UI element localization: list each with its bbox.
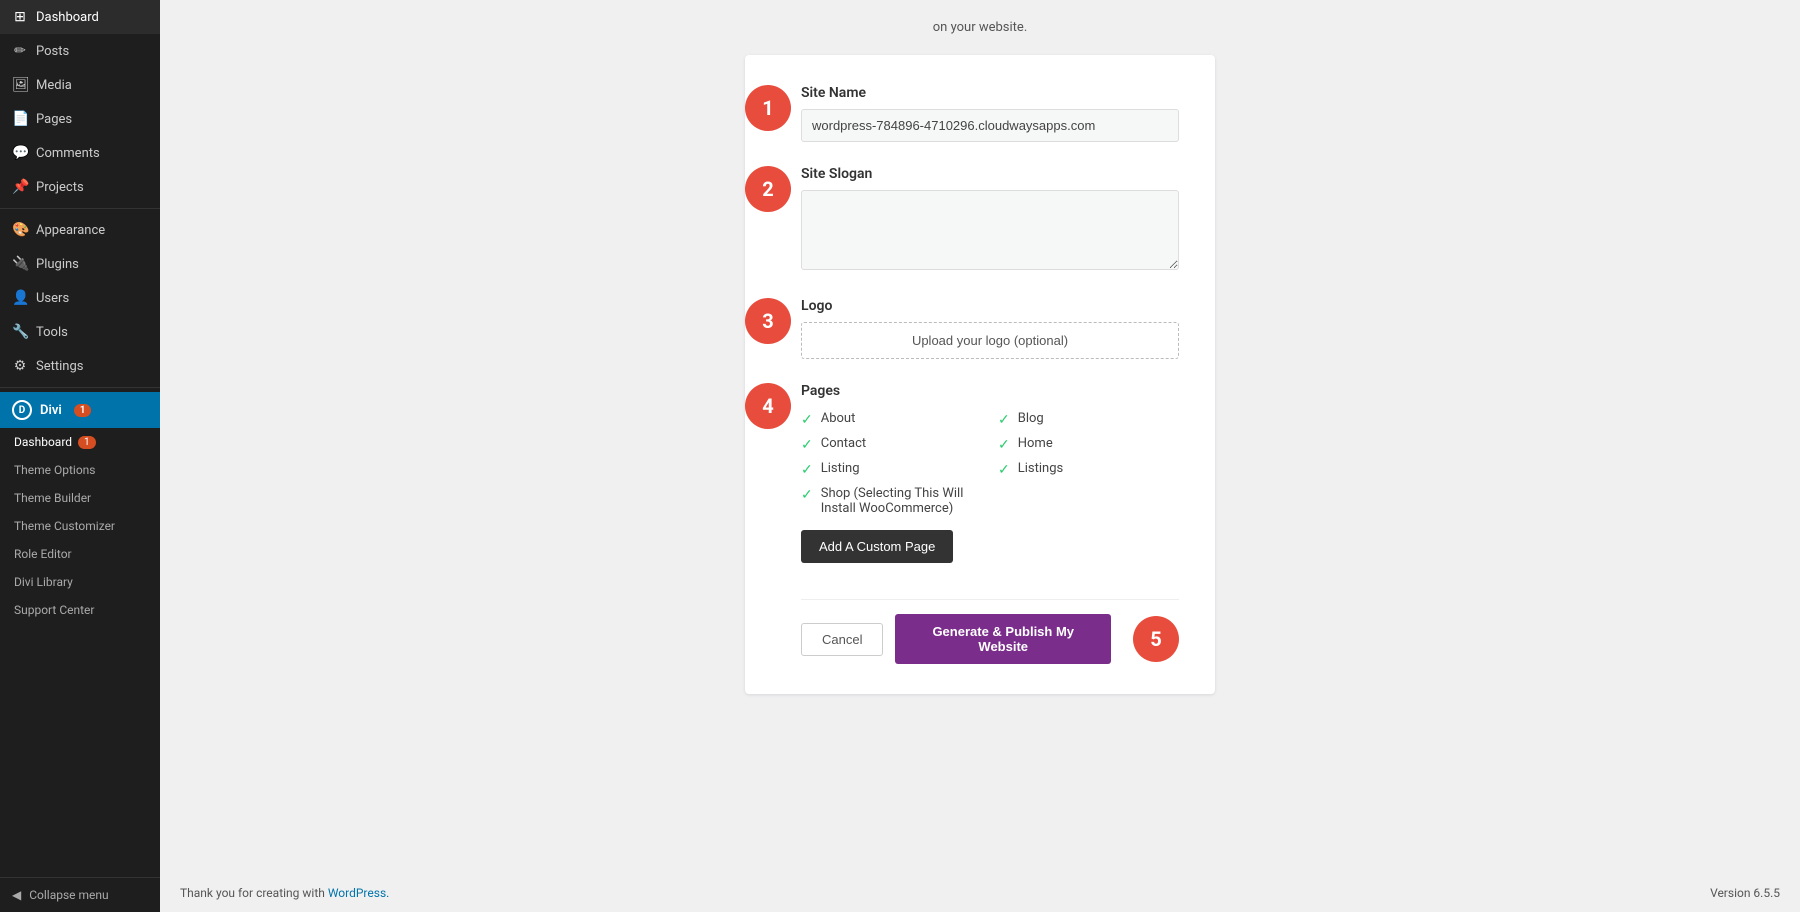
sidebar-item-settings[interactable]: ⚙ Settings	[0, 349, 160, 383]
check-blog-icon: ✓	[998, 412, 1010, 428]
sidebar-item-plugins[interactable]: 🔌 Plugins	[0, 247, 160, 281]
users-icon: 👤	[12, 290, 28, 306]
wizard-footer: Cancel Generate & Publish My Website 5	[801, 599, 1179, 664]
footer-thanks: Thank you for creating with WordPress.	[180, 886, 389, 900]
divi-logo-icon: D	[12, 400, 32, 420]
sidebar-item-comments[interactable]: 💬 Comments	[0, 136, 160, 170]
settings-icon: ⚙	[12, 358, 28, 374]
step-1-badge: 1	[745, 85, 791, 131]
sidebar-item-projects[interactable]: 📌 Projects	[0, 170, 160, 204]
plugins-icon: 🔌	[12, 256, 28, 272]
version-text: Version 6.5.5	[1710, 886, 1780, 900]
pages-icon: 📄	[12, 111, 28, 127]
site-name-label: Site Name	[801, 85, 1179, 101]
page-item-blog: ✓ Blog	[998, 411, 1179, 428]
media-icon: 🖼	[12, 77, 28, 93]
page-item-home: ✓ Home	[998, 436, 1179, 453]
step-2-badge: 2	[745, 166, 791, 212]
add-custom-page-button[interactable]: Add A Custom Page	[801, 530, 953, 563]
divi-menu-item[interactable]: D Divi 1	[0, 392, 160, 428]
logo-label: Logo	[801, 298, 1179, 314]
divi-sub-role-editor[interactable]: Role Editor	[0, 540, 160, 568]
divi-sub-library[interactable]: Divi Library	[0, 568, 160, 596]
check-listings-icon: ✓	[998, 462, 1010, 478]
wizard-card: 1 Site Name 2 Site Slogan 3 Logo Upload …	[745, 55, 1215, 694]
sidebar: ⊞ Dashboard ✏ Posts 🖼 Media 📄 Pages 💬 Co…	[0, 0, 160, 912]
site-name-input[interactable]	[801, 109, 1179, 142]
sidebar-divider	[0, 208, 160, 209]
step-1-section: 1 Site Name	[801, 85, 1179, 142]
cancel-button[interactable]: Cancel	[801, 623, 883, 656]
sidebar-item-posts[interactable]: ✏ Posts	[0, 34, 160, 68]
check-listing-icon: ✓	[801, 462, 813, 478]
step-2-section: 2 Site Slogan	[801, 166, 1179, 274]
site-slogan-label: Site Slogan	[801, 166, 1179, 182]
footer-bar: Thank you for creating with WordPress. V…	[160, 874, 1800, 912]
sidebar-item-tools[interactable]: 🔧 Tools	[0, 315, 160, 349]
divi-label: Divi	[40, 403, 62, 418]
dashboard-sub-badge: 1	[78, 436, 96, 449]
step-5-badge: 5	[1133, 616, 1179, 662]
step-3-badge: 3	[745, 298, 791, 344]
posts-icon: ✏	[12, 43, 28, 59]
sidebar-item-dashboard[interactable]: ⊞ Dashboard	[0, 0, 160, 34]
dashboard-icon: ⊞	[12, 9, 28, 25]
logo-upload-button[interactable]: Upload your logo (optional)	[801, 322, 1179, 359]
publish-button[interactable]: Generate & Publish My Website	[895, 614, 1111, 664]
sidebar-item-media[interactable]: 🖼 Media	[0, 68, 160, 102]
top-description: on your website.	[933, 20, 1028, 35]
check-about-icon: ✓	[801, 412, 813, 428]
page-item-listings: ✓ Listings	[998, 461, 1179, 478]
divi-sub-dashboard[interactable]: Dashboard 1	[0, 428, 160, 456]
check-contact-icon: ✓	[801, 437, 813, 453]
collapse-icon: ◀	[12, 888, 21, 902]
divi-sub-theme-builder[interactable]: Theme Builder	[0, 484, 160, 512]
page-item-listing: ✓ Listing	[801, 461, 982, 478]
pages-grid: ✓ About ✓ Blog ✓ Contact ✓ Home ✓	[801, 411, 1179, 516]
appearance-icon: 🎨	[12, 222, 28, 238]
divi-sub-support[interactable]: Support Center	[0, 596, 160, 624]
sidebar-item-pages[interactable]: 📄 Pages	[0, 102, 160, 136]
step-4-badge: 4	[745, 383, 791, 429]
sidebar-item-users[interactable]: 👤 Users	[0, 281, 160, 315]
page-item-about: ✓ About	[801, 411, 982, 428]
wordpress-link[interactable]: WordPress.	[328, 886, 389, 900]
sidebar-divider-2	[0, 387, 160, 388]
check-home-icon: ✓	[998, 437, 1010, 453]
tools-icon: 🔧	[12, 324, 28, 340]
site-slogan-input[interactable]	[801, 190, 1179, 270]
page-item-contact: ✓ Contact	[801, 436, 982, 453]
pages-label: Pages	[801, 383, 1179, 399]
step-4-section: 4 Pages ✓ About ✓ Blog ✓ Contact ✓	[801, 383, 1179, 583]
sidebar-item-appearance[interactable]: 🎨 Appearance	[0, 213, 160, 247]
main-content: on your website. 1 Site Name 2 Site Slog…	[160, 0, 1800, 912]
divi-sub-theme-options[interactable]: Theme Options	[0, 456, 160, 484]
divi-sub-theme-customizer[interactable]: Theme Customizer	[0, 512, 160, 540]
page-item-shop: ✓ Shop (Selecting This Will Install WooC…	[801, 486, 982, 516]
divi-badge: 1	[74, 404, 92, 417]
step-3-section: 3 Logo Upload your logo (optional)	[801, 298, 1179, 359]
comments-icon: 💬	[12, 145, 28, 161]
check-shop-icon: ✓	[801, 487, 813, 503]
projects-icon: 📌	[12, 179, 28, 195]
collapse-menu-button[interactable]: ◀ Collapse menu	[0, 877, 160, 912]
